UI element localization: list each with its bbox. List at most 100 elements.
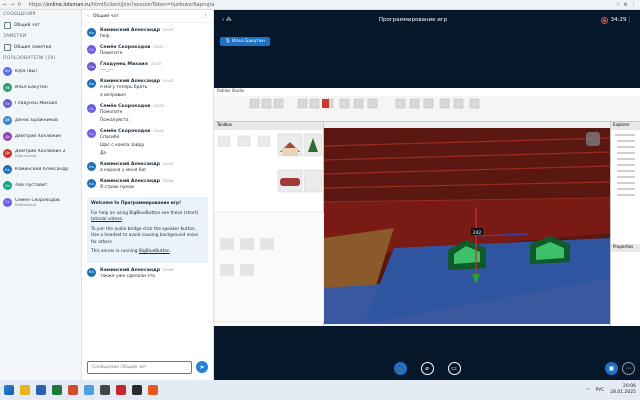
message-time: 20:04 (153, 129, 164, 133)
star-icon[interactable]: ☆ (616, 2, 620, 8)
url-field[interactable]: https://online.lotsman.ru/html5client/jo… (29, 2, 616, 8)
send-button[interactable]: ➤ (196, 361, 208, 373)
user-list-item[interactable]: Иб Илья Бакутин (0, 79, 81, 95)
chat-message: Ка Каминский Александр 20:05 а корона у мен… (82, 160, 213, 177)
public-chat-item[interactable]: Общий чат (0, 19, 81, 32)
play-marker (322, 99, 329, 108)
message-text: Спасибо (100, 135, 120, 140)
user-list-item[interactable]: Дх Дмитрий Хохлюкин (0, 129, 81, 145)
welcome-audio-text: To join the audio bridge click the speak… (91, 226, 199, 245)
explorer-title: Explorer (611, 122, 640, 130)
browser-icon[interactable] (84, 385, 94, 395)
clock[interactable]: 20:06 28.01.2025 (610, 384, 636, 396)
user-device: Мобильный (15, 153, 37, 158)
shared-notes-item[interactable]: Общие заметки (0, 41, 81, 54)
avatar: Ка (87, 79, 96, 88)
wifi-icon[interactable]: ◠ (586, 388, 590, 393)
studio-title-bar: Roblox Studio (214, 88, 640, 96)
browser-address-bar: ← → ↻ https://online.lotsman.ru/html5cli… (0, 0, 640, 10)
tutorial-videos-link[interactable]: tutorial videos (91, 217, 122, 222)
avatar: Юз (3, 66, 12, 76)
powerpoint-icon[interactable] (68, 385, 78, 395)
user-name: Юра (Вы) (15, 68, 38, 74)
word-icon[interactable] (36, 385, 46, 395)
user-list-item[interactable]: Дб Денис Бражников (0, 112, 81, 128)
welcome-help-text: For help on using BigBlueButton see thes… (91, 210, 199, 216)
menu-icon[interactable]: ⋮ (631, 2, 636, 8)
media-controls: 🎧 ⌀ ▭ (214, 356, 640, 380)
studio-toolbar: Roblox Studio (214, 88, 640, 122)
message-time: 20:02 (163, 28, 174, 32)
recording-indicator[interactable]: 34:29 (600, 16, 627, 24)
url-host: online.lotsman.ru (46, 1, 91, 8)
user-list: Юз Юра (Вы) Иб Илья Бакутин Гм Гладунец Михаи… (0, 63, 81, 211)
send-icon: ➤ (199, 363, 205, 371)
back-icon[interactable]: ← (3, 2, 7, 8)
layout-button[interactable]: ⋯ (622, 362, 635, 375)
options-icon[interactable]: ⋮ (627, 17, 633, 23)
message-text: а корона у меня баг (100, 168, 147, 173)
user-name: Гладунец Михаил (15, 101, 58, 107)
chat-header: ‹ Общий чат ⋮ (82, 10, 213, 23)
clock-date: 28.01.2025 (610, 390, 636, 395)
explorer-tree (615, 134, 635, 196)
bigbluebutton-link[interactable]: BigBlueButton (139, 249, 170, 254)
forward-icon[interactable]: → (10, 2, 14, 8)
screenshare-button[interactable]: ▭ (447, 361, 461, 375)
presentation-stage: ‹ ⁂ Программирование игр 34:29 ⋮ 🎙 Илья … (214, 10, 640, 380)
avatar: Лп (3, 181, 12, 191)
yandex-icon[interactable] (148, 385, 158, 395)
chat-message: Гм Гладунец Михаил 20:02 ----_--- (82, 60, 213, 77)
file-explorer-icon[interactable] (20, 385, 30, 395)
toolbox-panel: Toolbox (214, 122, 325, 326)
camera-off-icon: ⌀ (425, 364, 429, 372)
message-text: Щас с компа зайду (100, 143, 145, 148)
message-text: я могу теперь брать (100, 85, 148, 90)
public-chat-label: Общий чат (14, 23, 40, 28)
avatar: Сс (3, 197, 12, 207)
chat-message: Ка Каминский Александр 20:06 Я строю пуком (82, 177, 213, 194)
message-time: 20:02 (163, 79, 174, 83)
sender-name: Каминский Александр (100, 267, 161, 273)
message-text: я исправил (100, 93, 126, 98)
roblox-icon[interactable] (100, 385, 110, 395)
acrobat-icon[interactable] (116, 385, 126, 395)
user-list-item[interactable]: Юз Юра (Вы) (0, 63, 81, 79)
avatar: Гм (87, 62, 96, 71)
reload-icon[interactable]: ↻ (17, 2, 21, 8)
chat-message-input[interactable]: Сообщение Общий чат (87, 360, 192, 374)
message-time: 20:06 (163, 267, 174, 272)
more-options-icon[interactable]: ⋮ (204, 14, 209, 19)
message-time: 20:02 (150, 62, 162, 66)
welcome-message: Welcome to Программирование игр! For hel… (87, 197, 208, 263)
user-list-item[interactable]: Лп Лев Пустовит (0, 178, 81, 194)
user-list-item[interactable]: Ка Каминский Александр (0, 161, 81, 177)
user-name: Илья Бакутин (15, 85, 48, 91)
recording-timer: 34:29 (610, 17, 627, 23)
user-list-item[interactable]: Дх Дмитрий Хохлюкин 2 Мобильный (0, 145, 81, 161)
message-text: также уже сделали это (100, 273, 155, 279)
language-indicator[interactable]: РУС (596, 388, 605, 393)
avatar: Ка (87, 162, 96, 171)
mic-icon: 🎙 (225, 39, 231, 44)
video-button[interactable]: ⌀ (420, 361, 434, 375)
record-icon (600, 16, 608, 24)
chevron-left-icon[interactable]: ‹ (87, 14, 89, 19)
message-time: 20:06 (163, 179, 174, 183)
game-viewport: 242 (324, 128, 610, 324)
start-icon[interactable] (4, 385, 14, 395)
chat-input-row: Сообщение Общий чат ➤ (87, 360, 208, 374)
user-list-item[interactable]: Сс Семён Скорокодов Мобильный (0, 194, 81, 210)
presentation-toggle-button[interactable]: ▣ (605, 362, 618, 375)
stage-header: ‹ ⁂ Программирование игр 34:29 ⋮ (214, 10, 640, 30)
users-toggle-icon[interactable]: ‹ ⁂ (222, 17, 231, 23)
extension-icon[interactable]: ⚙ (624, 2, 628, 8)
avatar: Дб (3, 115, 12, 125)
user-list-item[interactable]: Гм Гладунец Михаил (0, 96, 81, 112)
audio-button[interactable]: 🎧 (393, 361, 407, 375)
terminal-icon[interactable] (132, 385, 142, 395)
excel-icon[interactable] (52, 385, 62, 395)
scene-render: 242 (324, 128, 610, 324)
avatar: Сс (87, 104, 96, 113)
chat-message: Ка Каминский Александр 20:02 help (82, 26, 213, 43)
